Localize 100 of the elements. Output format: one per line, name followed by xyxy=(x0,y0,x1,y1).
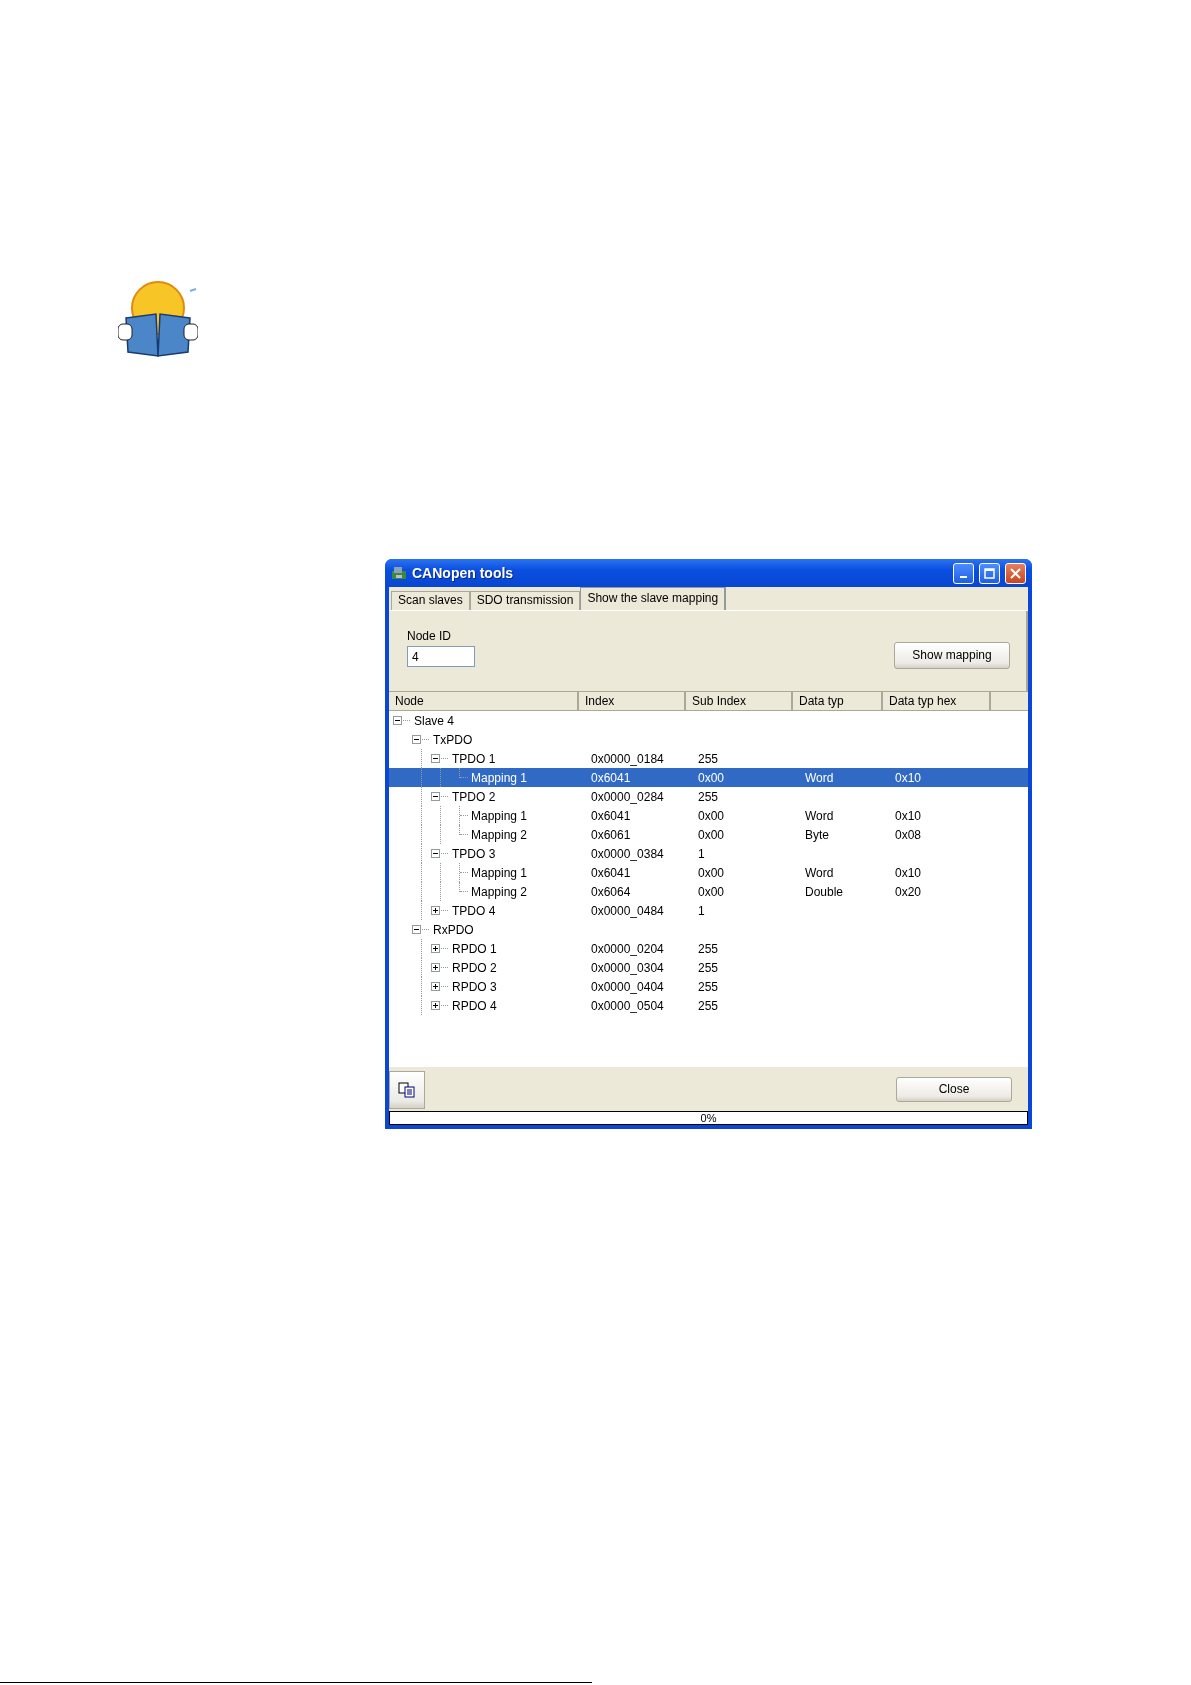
tree-row[interactable]: Mapping 1 0x6041 0x00 Word 0x10 xyxy=(389,768,1028,787)
table-cell: 0x6061 xyxy=(591,827,631,842)
tree-item-label: Mapping 2 xyxy=(470,827,529,842)
table-cell: 0x00 xyxy=(698,770,725,785)
tree-item-label: TPDO 1 xyxy=(451,751,497,766)
collapse-icon[interactable] xyxy=(393,716,402,725)
table-cell: 0x0000_0184 xyxy=(591,751,664,766)
copy-icon xyxy=(398,1082,416,1098)
table-cell: 0x20 xyxy=(895,884,922,899)
close-icon xyxy=(1010,567,1021,579)
tree-item-label: TPDO 2 xyxy=(451,789,497,804)
collapse-icon[interactable] xyxy=(431,849,440,858)
tree-item-label: Mapping 1 xyxy=(470,808,529,823)
tree-item-label: TPDO 3 xyxy=(451,846,497,861)
table-cell: 1 xyxy=(698,846,705,861)
table-cell: Byte xyxy=(805,827,829,842)
tree-item-label: RxPDO xyxy=(432,922,475,937)
table-cell: 255 xyxy=(698,789,719,804)
node-id-field[interactable]: 4 xyxy=(407,646,475,667)
table-cell: 0x08 xyxy=(895,827,922,842)
table-cell: Word xyxy=(805,770,834,785)
collapse-icon[interactable] xyxy=(412,925,421,934)
column-header[interactable]: Data typ xyxy=(793,692,883,710)
expand-icon[interactable] xyxy=(431,906,440,915)
minimize-button[interactable] xyxy=(953,562,974,584)
tree-row[interactable]: TPDO 3 0x0000_0384 1 xyxy=(389,844,1028,863)
table-cell: 0x0000_0304 xyxy=(591,960,664,975)
tree-item-label: RPDO 4 xyxy=(451,998,498,1013)
copy-button[interactable] xyxy=(389,1071,425,1109)
window-title: CANopen tools xyxy=(412,565,515,581)
table-cell: 0x0000_0204 xyxy=(591,941,664,956)
table-cell: 0x6041 xyxy=(591,808,631,823)
tab[interactable]: Scan slaves xyxy=(391,591,470,610)
table-cell: 0x0000_0484 xyxy=(591,903,664,918)
expand-icon[interactable] xyxy=(431,982,440,991)
column-header[interactable]: Index xyxy=(579,692,686,710)
tree-item-label: Slave 4 xyxy=(413,713,456,728)
tree-item-label: Mapping 1 xyxy=(470,770,529,785)
table-cell: 0x6041 xyxy=(591,770,631,785)
table-cell: Word xyxy=(805,865,834,880)
table-cell: 255 xyxy=(698,941,719,956)
tree-item-label: RPDO 3 xyxy=(451,979,498,994)
tree-row[interactable]: TPDO 4 0x0000_0484 1 xyxy=(389,901,1028,920)
tree-row[interactable]: Mapping 2 0x6061 0x00 Byte 0x08 xyxy=(389,825,1028,844)
tree-row[interactable]: RPDO 2 0x0000_0304 255 xyxy=(389,958,1028,977)
field-label: Node ID xyxy=(407,629,453,643)
tree-item-label: RPDO 2 xyxy=(451,960,498,975)
table-cell: 0x6064 xyxy=(591,884,631,899)
minimize-icon xyxy=(960,575,967,578)
show-mapping-button[interactable]: Show mapping xyxy=(894,641,1010,669)
table-cell: 0x10 xyxy=(895,865,922,880)
tab[interactable]: Show the slave mapping xyxy=(580,587,727,610)
expand-icon[interactable] xyxy=(431,963,440,972)
tree-item-label: TxPDO xyxy=(432,732,474,747)
expand-icon[interactable] xyxy=(431,1001,440,1010)
column-header[interactable]: Node xyxy=(389,692,579,710)
tree-row[interactable]: Mapping 2 0x6064 0x00 Double 0x20 xyxy=(389,882,1028,901)
tree-item-label: TPDO 4 xyxy=(451,903,497,918)
table-cell: 255 xyxy=(698,751,719,766)
table-cell: 0x0000_0404 xyxy=(591,979,664,994)
table-cell: 0x10 xyxy=(895,808,922,823)
table-cell: 0x00 xyxy=(698,865,725,880)
table-cell: Double xyxy=(805,884,844,899)
table-cell: 0x10 xyxy=(895,770,922,785)
tree-row[interactable]: RPDO 1 0x0000_0204 255 xyxy=(389,939,1028,958)
tree-row[interactable]: TxPDO xyxy=(389,730,1028,749)
table-cell: 255 xyxy=(698,998,719,1013)
tree-row[interactable]: Mapping 1 0x6041 0x00 Word 0x10 xyxy=(389,863,1028,882)
table-cell: 0x00 xyxy=(698,884,725,899)
tree-row[interactable]: RPDO 4 0x0000_0504 255 xyxy=(389,996,1028,1015)
column-header[interactable]: Sub Index xyxy=(686,692,793,710)
tab[interactable]: SDO transmission xyxy=(469,591,581,610)
tree-row[interactable]: Mapping 1 0x6041 0x00 Word 0x10 xyxy=(389,806,1028,825)
app-icon xyxy=(391,565,407,581)
collapse-icon[interactable] xyxy=(431,792,440,801)
table-cell: 0x6041 xyxy=(591,865,631,880)
table-cell: 0x00 xyxy=(698,827,725,842)
tree-row[interactable]: RxPDO xyxy=(389,920,1028,939)
collapse-icon[interactable] xyxy=(431,754,440,763)
tree-row[interactable]: TPDO 1 0x0000_0184 255 xyxy=(389,749,1028,768)
maximize-icon xyxy=(984,567,995,579)
tree-row[interactable]: Slave 4 xyxy=(389,711,1028,730)
column-header[interactable]: Data typ hex xyxy=(883,692,991,710)
progress-text: 0% xyxy=(700,1112,717,1124)
tree-item-label: RPDO 1 xyxy=(451,941,498,956)
collapse-icon[interactable] xyxy=(412,735,421,744)
table-cell: 255 xyxy=(698,979,719,994)
maximize-button[interactable] xyxy=(979,562,1000,584)
table-cell: 1 xyxy=(698,903,705,918)
tree-item-label: Mapping 2 xyxy=(470,884,529,899)
close-button[interactable] xyxy=(1005,562,1026,584)
table-cell: 0x00 xyxy=(698,808,725,823)
table-cell: Word xyxy=(805,808,834,823)
table-cell: 0x0000_0284 xyxy=(591,789,664,804)
tree-item-label: Mapping 1 xyxy=(470,865,529,880)
expand-icon[interactable] xyxy=(431,944,440,953)
close-dialog-button[interactable]: Close xyxy=(896,1076,1012,1102)
tree-row[interactable]: RPDO 3 0x0000_0404 255 xyxy=(389,977,1028,996)
tree-row[interactable]: TPDO 2 0x0000_0284 255 xyxy=(389,787,1028,806)
table-cell: 0x0000_0384 xyxy=(591,846,664,861)
